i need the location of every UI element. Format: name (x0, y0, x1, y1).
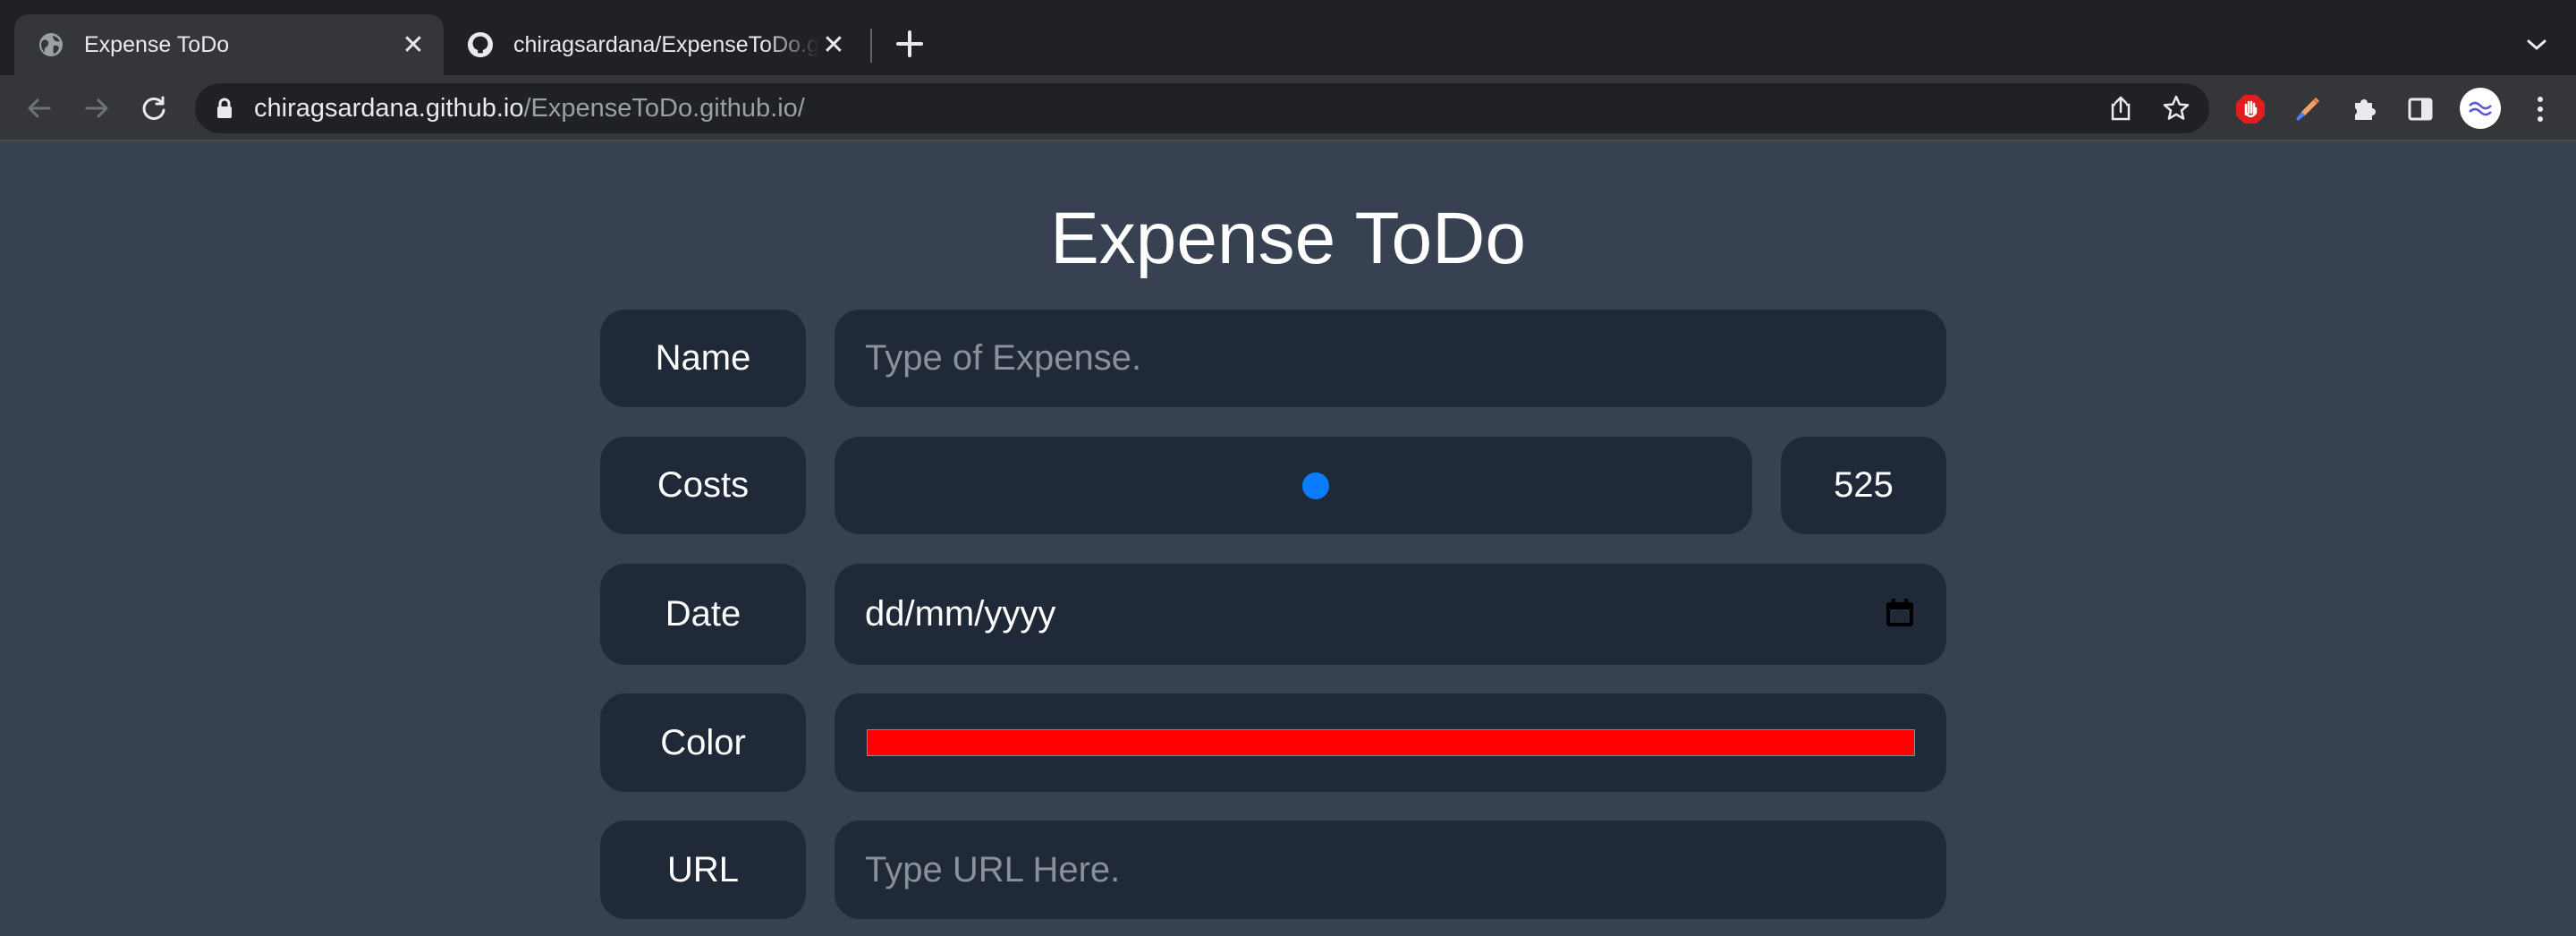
costs-label: Costs (600, 437, 806, 534)
tab-separator (870, 29, 872, 63)
color-input[interactable] (835, 693, 1946, 792)
share-icon[interactable] (2105, 92, 2137, 124)
color-swatch[interactable] (867, 729, 1915, 756)
costs-value: 525 (1781, 437, 1946, 534)
globe-icon (38, 31, 64, 58)
lock-icon[interactable] (215, 98, 234, 119)
name-input[interactable]: Type of Expense. (835, 310, 1946, 407)
browser-menu-icon[interactable] (2522, 91, 2558, 127)
new-tab-icon[interactable] (892, 26, 928, 62)
name-label: Name (600, 310, 806, 407)
calendar-icon[interactable] (1884, 597, 1916, 629)
extensions-puzzle-icon[interactable] (2346, 91, 2382, 127)
tab-search-chevron-icon[interactable] (2521, 29, 2553, 61)
color-label: Color (600, 693, 806, 792)
tab-expense-todo[interactable]: Expense ToDo ✕ (14, 14, 444, 75)
side-panel-icon[interactable] (2402, 91, 2438, 127)
tab-title: Expense ToDo (84, 31, 230, 57)
browser-toolbar: chiragsardana.github.io/ExpenseToDo.gith… (0, 75, 2576, 141)
adblock-extension-icon[interactable] (2233, 91, 2268, 127)
profile-logo-icon (2469, 101, 2492, 116)
url-placeholder: Type URL Here. (865, 849, 1121, 889)
color-picker-extension-icon[interactable] (2290, 91, 2326, 127)
url-label: URL (600, 821, 806, 919)
forward-arrow-icon[interactable] (77, 89, 116, 128)
date-label: Date (600, 564, 806, 665)
address-bar[interactable]: chiragsardana.github.io/ExpenseToDo.gith… (195, 83, 2209, 133)
name-placeholder: Type of Expense. (865, 338, 1142, 378)
github-icon (467, 31, 494, 58)
date-placeholder: dd/mm/yyyy (865, 594, 1056, 634)
tab-github-repo[interactable]: chiragsardana/ExpenseToDo.github.io ✕ (444, 14, 864, 75)
tab-title: chiragsardana/ExpenseToDo.github.io (513, 31, 819, 57)
costs-slider-thumb[interactable] (1301, 472, 1329, 499)
page-title: Expense ToDo (1050, 198, 1526, 279)
url-path: /ExpenseToDo.github.io/ (523, 94, 805, 123)
url-text[interactable]: chiragsardana.github.io/ExpenseToDo.gith… (254, 83, 805, 133)
url-input[interactable]: Type URL Here. (835, 821, 1946, 919)
profile-avatar[interactable] (2460, 88, 2501, 129)
costs-slider[interactable] (835, 437, 1752, 534)
tab-strip: Expense ToDo ✕ chiragsardana/ExpenseToDo… (0, 0, 2576, 75)
close-tab-icon[interactable]: ✕ (399, 30, 428, 60)
url-host: chiragsardana.github.io (254, 94, 524, 123)
back-arrow-icon[interactable] (20, 89, 59, 128)
reload-icon[interactable] (134, 89, 174, 128)
close-tab-icon[interactable]: ✕ (819, 30, 848, 60)
date-input[interactable]: dd/mm/yyyy (835, 564, 1946, 665)
bookmark-star-icon[interactable] (2160, 92, 2192, 124)
